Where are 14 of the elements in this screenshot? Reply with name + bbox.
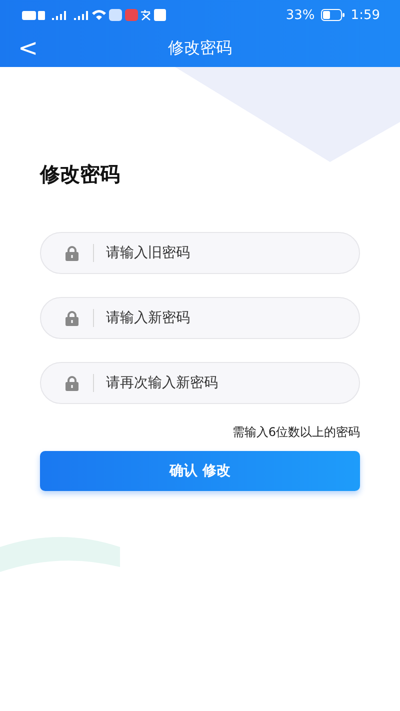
confirm-button[interactable]: 确认 修改: [40, 451, 360, 491]
back-button[interactable]: <: [14, 34, 42, 62]
password-field[interactable]: 请输入旧密码: [40, 232, 360, 274]
password-hint: 需输入6位数以上的密码: [232, 424, 360, 441]
password-field[interactable]: 请输入新密码: [40, 297, 360, 339]
status-time: 1:59: [350, 8, 380, 22]
password-field[interactable]: 请再次输入新密码: [40, 362, 360, 404]
page-title: 修改密码: [168, 38, 232, 59]
lock-icon: [65, 376, 79, 391]
form-heading: 修改密码: [40, 161, 121, 188]
lock-icon: [65, 246, 79, 261]
battery-percent: 33%: [286, 8, 315, 22]
battery-icon: [320, 9, 345, 21]
lock-icon: [65, 311, 79, 326]
